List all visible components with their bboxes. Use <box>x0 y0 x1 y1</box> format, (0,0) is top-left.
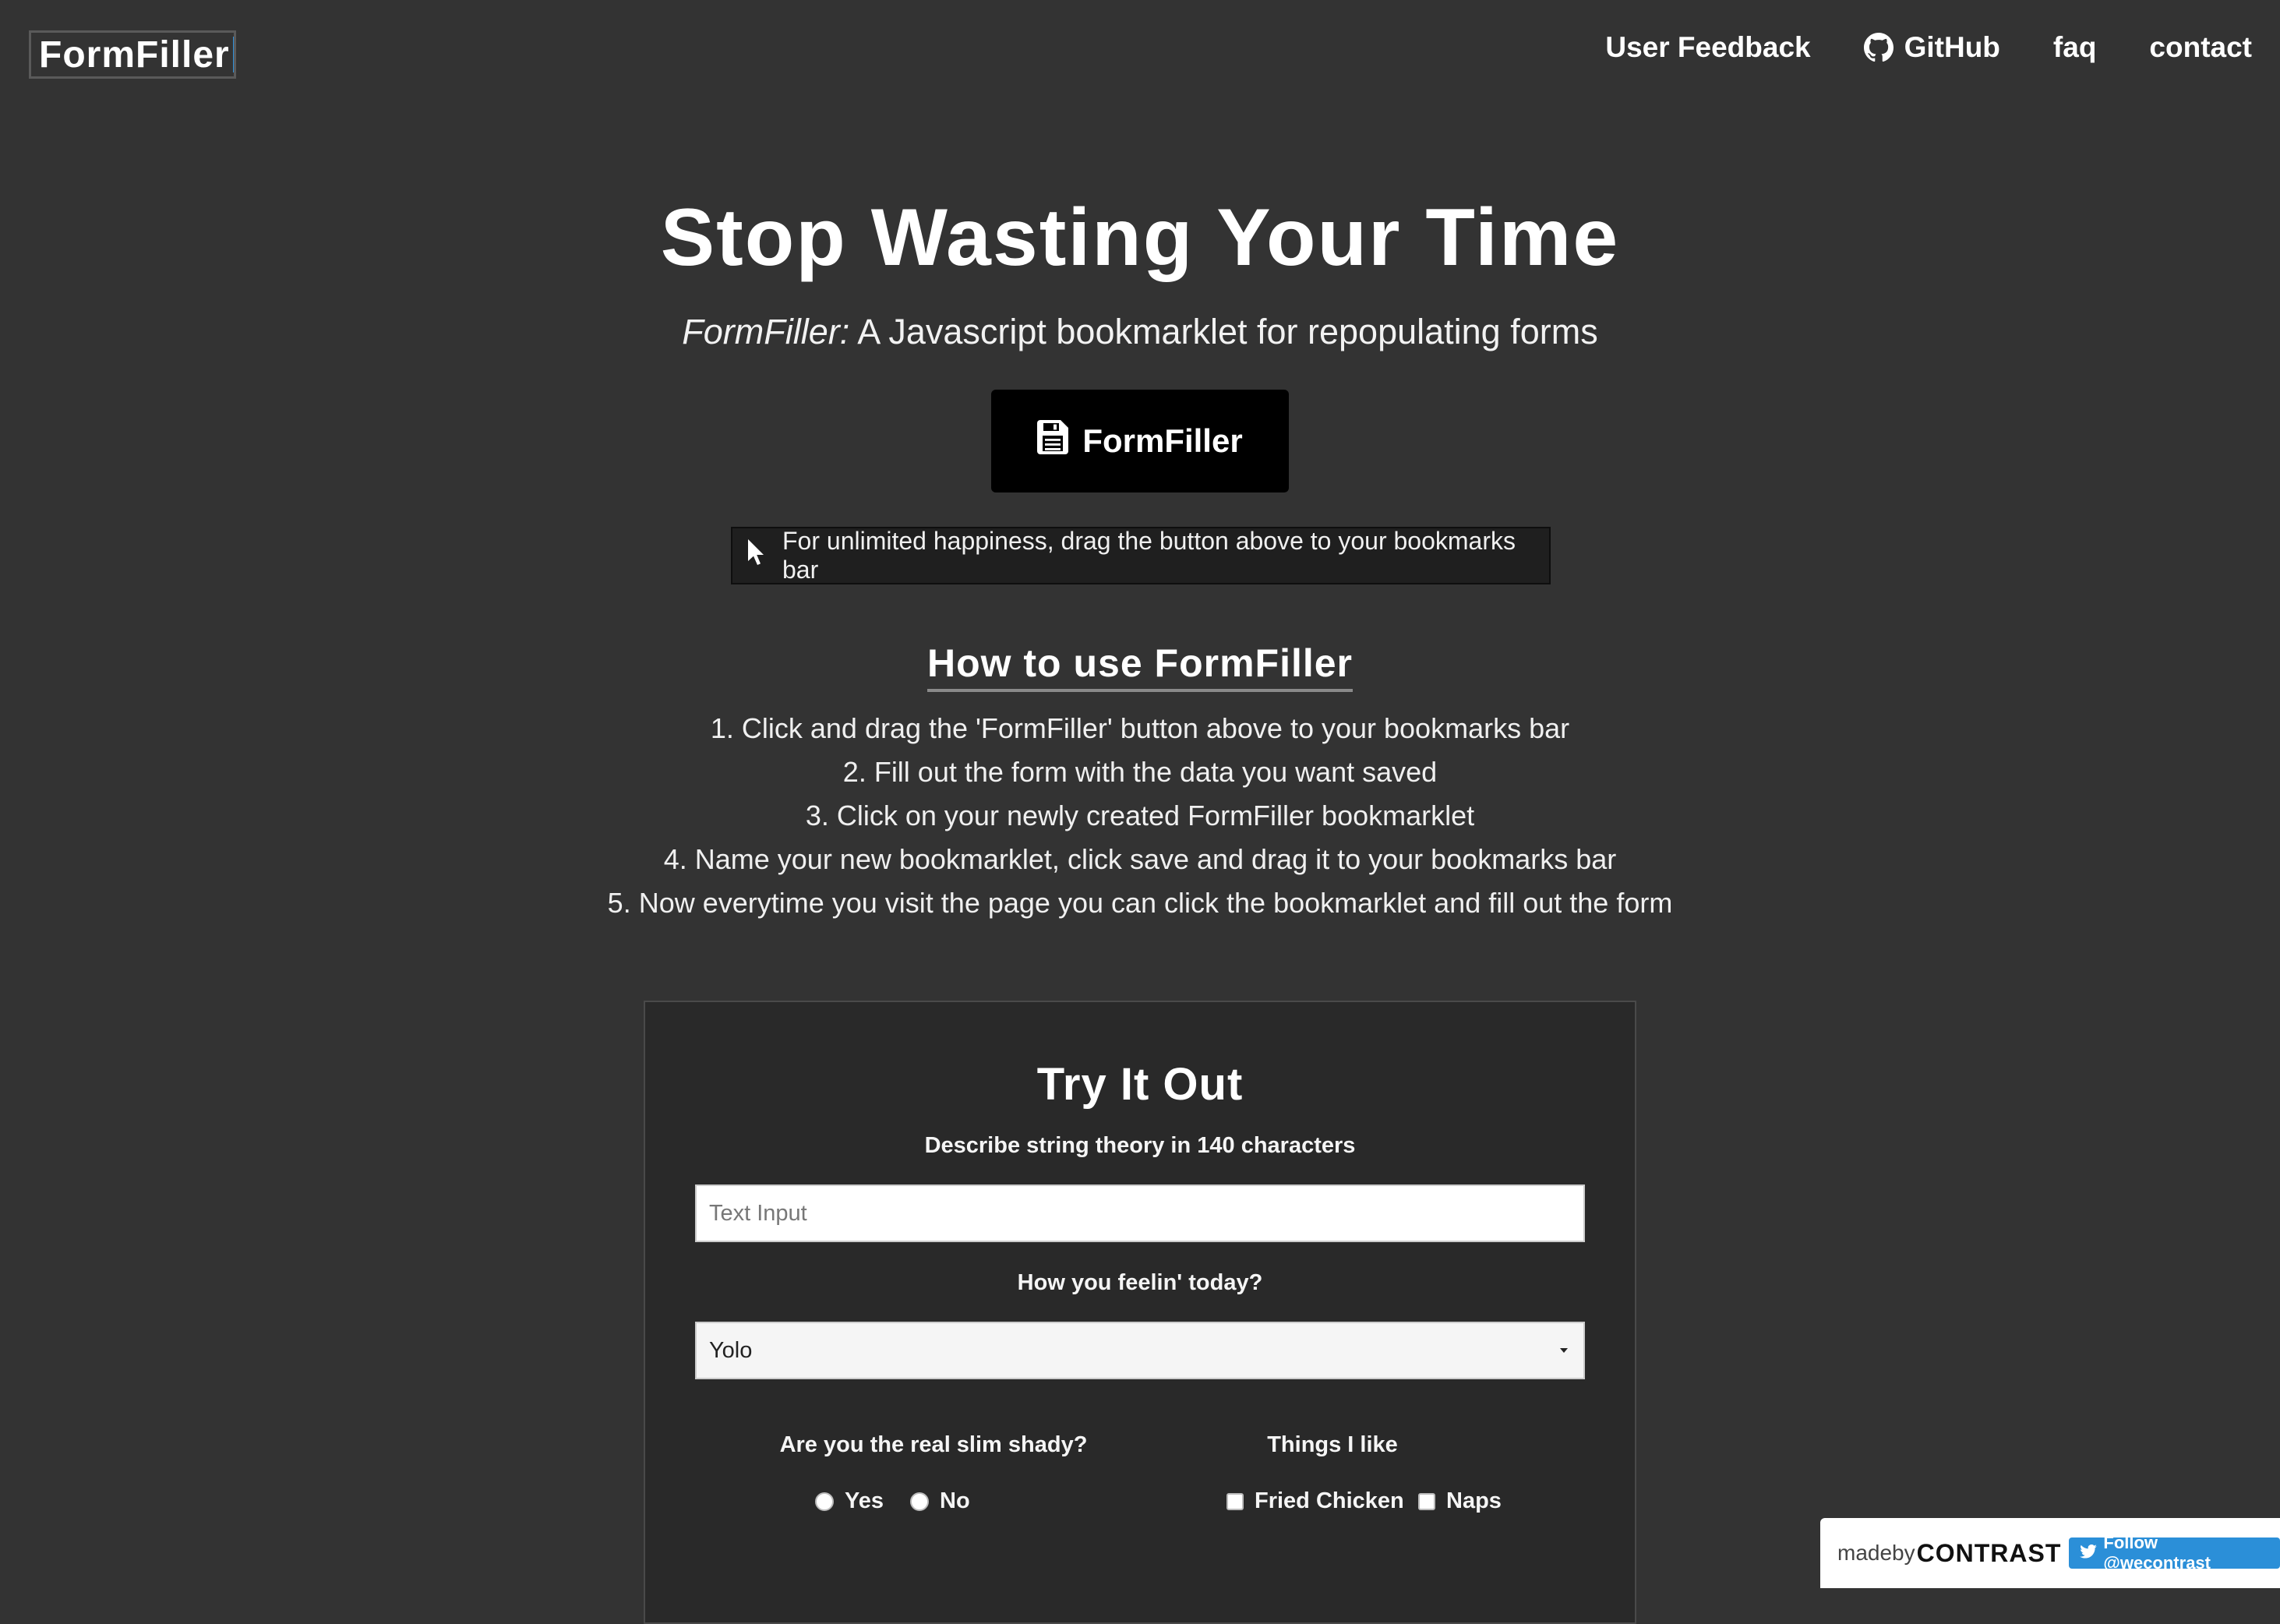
nav-github-label: GitHub <box>1904 31 2000 63</box>
slim-shady-no-radio[interactable]: No <box>910 1488 970 1514</box>
top-nav: User Feedback GitHub faq contact <box>1605 31 2252 64</box>
slim-shady-yes-radio[interactable]: Yes <box>815 1488 884 1514</box>
checkbox-label-fried-chicken: Fried Chicken <box>1255 1488 1404 1513</box>
madeby-contrast-badge: madeby CONTRAST Follow @wecontrast <box>1820 1518 2280 1588</box>
logo-text: FormFiller <box>39 34 230 76</box>
radio-button[interactable] <box>815 1492 834 1511</box>
howto-heading: How to use FormFiller <box>0 641 2280 692</box>
subtitle-description: A Javascript bookmarklet for repopulatin… <box>849 312 1598 351</box>
howto-step: 3. Click on your newly created FormFille… <box>805 800 1475 831</box>
logo-cursor <box>232 37 234 72</box>
nav-user-feedback[interactable]: User Feedback <box>1605 31 1810 64</box>
contrast-brand[interactable]: CONTRAST <box>1917 1539 2062 1568</box>
checkbox-label-naps: Naps <box>1446 1488 1502 1513</box>
nav-github[interactable]: GitHub <box>1863 31 2000 64</box>
howto-step: 4. Name your new bookmarklet, click save… <box>663 843 1617 875</box>
feeling-select[interactable]: Yolo <box>695 1322 1585 1379</box>
nav-faq-label: faq <box>2052 31 2097 63</box>
github-icon <box>1863 33 1894 62</box>
page-title: Stop Wasting Your Time <box>660 192 1620 283</box>
howto-heading-text: How to use FormFiller <box>926 641 1354 692</box>
try-it-out-title: Try It Out <box>1036 1059 1244 1110</box>
chevron-down-icon <box>1560 1348 1568 1353</box>
nav-faq[interactable]: faq <box>2053 31 2097 64</box>
logo[interactable]: FormFiller <box>29 30 236 79</box>
mouse-pointer-icon <box>748 539 765 572</box>
radio-button[interactable] <box>910 1492 929 1511</box>
drag-hint-text: For unlimited happiness, drag the button… <box>782 527 1516 584</box>
things-i-like-label: Things I like <box>1267 1432 1398 1457</box>
nav-contact[interactable]: contact <box>2149 31 2252 64</box>
feeling-select-value: Yolo <box>709 1337 753 1363</box>
madeby-text: madeby <box>1837 1541 1915 1565</box>
subtitle-product-name: FormFiller: <box>682 312 850 351</box>
page-subtitle: FormFiller: A Javascript bookmarklet for… <box>0 309 2280 355</box>
follow-twitter-label: Follow @wecontrast <box>2103 1533 2211 1573</box>
radio-label-no: No <box>940 1488 970 1513</box>
string-theory-label: Describe string theory in 140 characters <box>924 1133 1356 1158</box>
string-theory-input[interactable] <box>695 1184 1585 1242</box>
try-it-out-panel: Try It Out Describe string theory in 140… <box>644 1001 1636 1624</box>
drag-hint: For unlimited happiness, drag the button… <box>731 527 1551 584</box>
howto-steps: 1. Click and drag the 'FormFiller' butto… <box>0 707 2280 925</box>
howto-step: 5. Now everytime you visit the page you … <box>607 887 1673 919</box>
formfiller-button-label: FormFiller <box>1082 422 1243 459</box>
fried-chicken-checkbox[interactable]: Fried Chicken <box>1226 1488 1404 1514</box>
howto-step: 1. Click and drag the 'FormFiller' butto… <box>710 712 1570 744</box>
nav-user-feedback-label: User Feedback <box>1605 31 1811 63</box>
naps-checkbox[interactable]: Naps <box>1418 1488 1502 1514</box>
nav-contact-label: contact <box>2149 31 2252 63</box>
follow-twitter-button[interactable]: Follow @wecontrast <box>2069 1533 2280 1573</box>
checkbox[interactable] <box>1226 1492 1244 1510</box>
checkbox[interactable] <box>1418 1492 1435 1510</box>
feeling-label: How you feelin' today? <box>1017 1270 1263 1295</box>
slim-shady-label: Are you the real slim shady? <box>779 1432 1088 1457</box>
formfiller-bookmarklet-button[interactable]: FormFiller <box>991 390 1289 492</box>
radio-label-yes: Yes <box>845 1488 884 1513</box>
twitter-bird-icon <box>2080 1543 2098 1563</box>
howto-step: 2. Fill out the form with the data you w… <box>842 756 1438 788</box>
floppy-disk-icon <box>1037 420 1069 462</box>
